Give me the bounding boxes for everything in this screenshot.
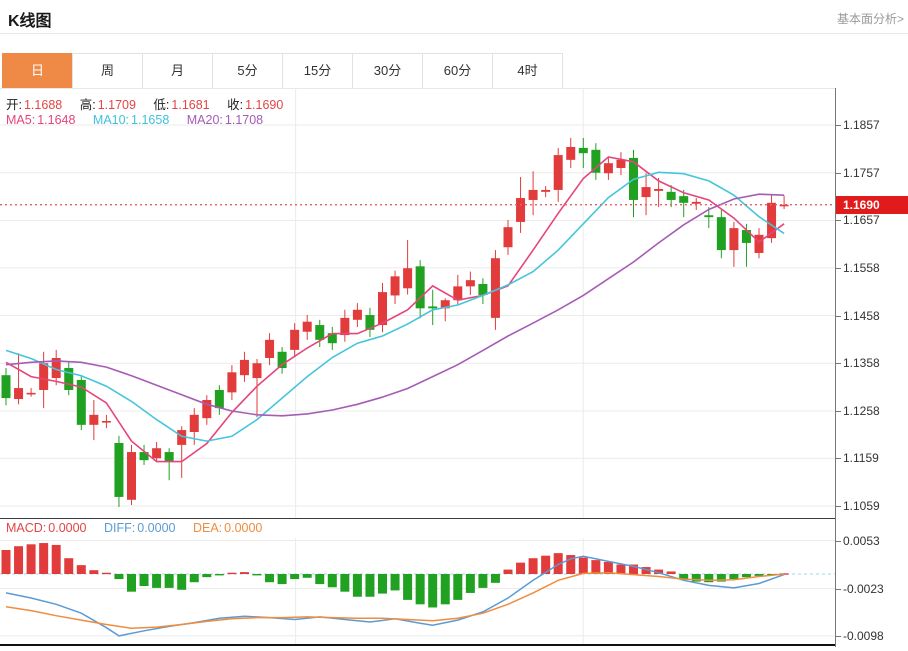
tab-day[interactable]: 日 [2,53,73,89]
diff-line [6,556,784,636]
dea-label: DEA: [193,521,222,535]
close-label: 收: [227,98,243,112]
ma10-value: 1.1658 [131,113,169,127]
diff-value: 0.0000 [137,521,175,535]
macd-tick-1: -0.0023 [836,581,908,597]
diff-label: DIFF: [104,521,135,535]
candles-group [2,138,789,507]
ma10-label: MA10: [93,113,129,127]
ma20-value: 1.1708 [225,113,263,127]
ma5-label: MA5: [6,113,35,127]
x-axis-line [0,644,836,646]
macd-tick-0: 0.0053 [836,533,908,549]
price-tick-0: 1.1857 [836,117,908,133]
price-tick-3: 1.1558 [836,260,908,276]
price-tick-5: 1.1358 [836,355,908,371]
panel-separator [0,518,836,519]
low-label: 低: [153,98,169,112]
close-value: 1.1690 [245,98,283,112]
tab-15min[interactable]: 15分 [282,53,353,89]
open-label: 开: [6,98,22,112]
page-title: K线图 [8,7,52,31]
tab-30min[interactable]: 30分 [352,53,423,89]
page-header: K线图 基本面分析> [0,0,908,34]
ma5-line [6,157,784,462]
candlestick-plot[interactable] [0,88,836,518]
open-value: 1.1688 [24,98,62,112]
price-tick-1: 1.1757 [836,165,908,181]
dea-value: 0.0000 [224,521,262,535]
ma5-value: 1.1648 [37,113,75,127]
ma10-line [6,172,784,441]
ma-legend: MA5:1.1648 MA10:1.1658 MA20:1.1708 [6,113,277,127]
ohlc-legend: 开:1.1688 高:1.1709 低:1.1681 收:1.1690 [6,94,297,113]
kline-page: K线图 基本面分析> 日周月5分15分30分60分4时 开:1.1688 高:1… [0,0,908,651]
tab-60min[interactable]: 60分 [422,53,493,89]
macd-plot[interactable] [0,538,836,646]
price-tick-7: 1.1159 [836,450,908,466]
chart-region: 开:1.1688 高:1.1709 低:1.1681 收:1.1690 MA5:… [0,88,908,647]
macd-legend: MACD:0.0000 DIFF:0.0000 DEA:0.0000 [6,521,276,535]
ma20-label: MA20: [187,113,223,127]
high-value: 1.1709 [98,98,136,112]
period-tab-bar: 日周月5分15分30分60分4时 [3,53,563,89]
price-tick-8: 1.1059 [836,498,908,514]
tab-month[interactable]: 月 [142,53,213,89]
ma20-line [6,194,784,416]
macd-value: 0.0000 [48,521,86,535]
price-tick-4: 1.1458 [836,308,908,324]
price-axis: 1.1690 1.1857 1.1757 1.1657 1.1558 1.1458 1.1… [836,88,908,647]
macd-label: MACD: [6,521,46,535]
macd-histogram [2,543,789,607]
tab-week[interactable]: 周 [72,53,143,89]
price-tick-6: 1.1258 [836,403,908,419]
last-price-marker: 1.1690 [836,196,908,214]
tab-4hour[interactable]: 4时 [492,53,563,89]
macd-tick-2: -0.0098 [836,628,908,644]
fundamental-analysis-link[interactable]: 基本面分析> [837,10,904,27]
high-label: 高: [80,98,96,112]
tab-5min[interactable]: 5分 [212,53,283,89]
price-tick-2: 1.1657 [836,212,908,228]
low-value: 1.1681 [171,98,209,112]
